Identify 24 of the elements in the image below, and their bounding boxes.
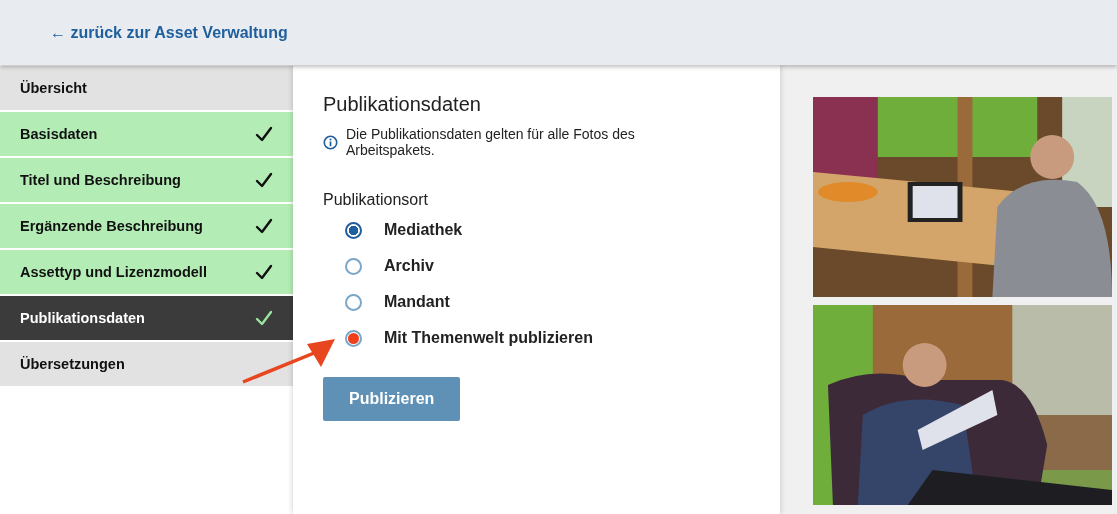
group-label: Publikationsort	[323, 191, 429, 209]
option-label: Mediathek	[384, 221, 463, 239]
option-label: Mandant	[384, 293, 450, 311]
option-label: Mit Themenwelt publizieren	[384, 329, 593, 347]
check-icon	[255, 264, 273, 280]
section-title: Publikationsdaten	[323, 93, 482, 116]
sidebar-item[interactable]: Übersicht	[0, 66, 293, 110]
sidebar-item[interactable]: Titel und Beschreibung	[0, 158, 293, 202]
info-text: Die Publikationsdaten gelten für alle Fotos des Arbeitspakets.	[346, 126, 636, 158]
sidebar-item[interactable]: Assettyp und Lizenzmodell	[0, 250, 293, 294]
back-link[interactable]: ← zurück zur Asset Verwaltung	[50, 23, 288, 42]
sidebar-item[interactable]: Basisdaten	[0, 112, 293, 156]
sidebar-item[interactable]: Übersetzungen	[0, 342, 293, 386]
check-icon	[255, 126, 273, 142]
check-icon	[255, 172, 273, 188]
radio-button[interactable]	[345, 257, 362, 275]
check-icon	[255, 310, 273, 326]
sidebar-item[interactable]: Publikationsdaten	[0, 296, 293, 340]
sidebar-item[interactable]: Ergänzende Beschreibung	[0, 204, 293, 248]
check-icon	[255, 218, 273, 234]
option-label: Archiv	[384, 257, 434, 275]
info-icon	[323, 134, 338, 150]
radio-button[interactable]	[345, 293, 362, 311]
radio-button[interactable]	[345, 221, 362, 239]
